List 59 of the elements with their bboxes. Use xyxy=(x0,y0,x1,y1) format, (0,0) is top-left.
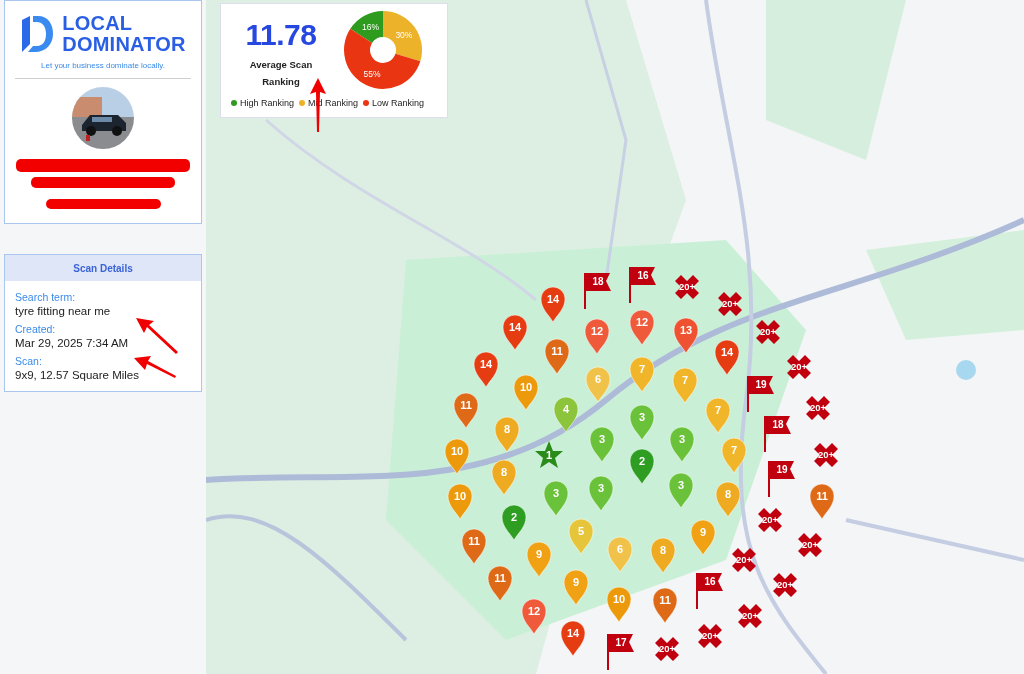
brand-name: LOCAL xyxy=(62,13,134,34)
rank-pin[interactable]: 3 xyxy=(668,425,696,463)
field-value: Mar 29, 2025 7:34 AM xyxy=(15,337,130,349)
arrow-annotation xyxy=(136,318,178,354)
rank-pin[interactable]: 8 xyxy=(649,536,677,574)
rank-pin[interactable]: 7 xyxy=(628,355,656,393)
rank-pin[interactable]: 3 xyxy=(588,425,616,463)
rank-pin[interactable]: 8 xyxy=(714,480,742,518)
rank-pin[interactable]: 11 xyxy=(460,527,488,565)
rank-pin[interactable]: 3 xyxy=(587,474,615,512)
rank-pin[interactable]: 11 xyxy=(543,337,571,375)
rank-pin[interactable]: 4 xyxy=(552,395,580,433)
rank-pin[interactable]: 2 xyxy=(628,447,656,485)
legend-label: Low Ranking xyxy=(372,98,425,108)
rank-pin[interactable]: 14 xyxy=(472,350,500,388)
field-label: Created: xyxy=(15,323,57,335)
slice-label: 30% xyxy=(395,29,413,40)
brand-name: DOMINATOR xyxy=(62,34,186,55)
rank-pin[interactable]: 7 xyxy=(720,436,748,474)
rank-pin[interactable]: 12 xyxy=(628,308,656,346)
rank-pin[interactable]: 7 xyxy=(704,396,732,434)
star-marker[interactable]: 1 xyxy=(534,440,564,469)
field-value: 9x9, 12.57 Square Miles xyxy=(15,369,141,381)
rank-pin[interactable]: 11 xyxy=(486,564,514,602)
rank-pin[interactable]: 12 xyxy=(583,317,611,355)
score-caption: Average Scan Ranking xyxy=(248,58,314,89)
rank-pin[interactable]: 2 xyxy=(500,503,528,541)
field-value: tyre fitting near me xyxy=(15,305,112,317)
rank-pin[interactable]: 10 xyxy=(443,437,471,475)
legend-label: High Ranking xyxy=(240,98,295,108)
rank-pin[interactable]: 8 xyxy=(490,458,518,496)
rank-pin[interactable]: 3 xyxy=(628,403,656,441)
field-label: Search term: xyxy=(15,291,77,303)
rank-pin[interactable]: 14 xyxy=(559,619,587,657)
rank-pin[interactable]: 11 xyxy=(808,482,836,520)
rank-pin[interactable]: 8 xyxy=(493,415,521,453)
slice-label: 55% xyxy=(363,68,381,79)
rank-pin[interactable]: 14 xyxy=(501,313,529,351)
rank-pin[interactable]: 14 xyxy=(713,338,741,376)
rank-pin[interactable]: 13 xyxy=(672,316,700,354)
average-score: 11.78 xyxy=(245,18,317,52)
rank-pin[interactable]: 9 xyxy=(689,518,717,556)
brand-tagline: Let your business dominate locally. xyxy=(41,61,165,70)
field-label: Scan: xyxy=(15,355,43,367)
slice-label: 16% xyxy=(362,22,380,33)
card-title: Scan Details xyxy=(5,255,201,281)
rank-pin[interactable]: 14 xyxy=(539,285,567,323)
rank-pin[interactable]: 11 xyxy=(452,391,480,429)
rank-pin[interactable]: 10 xyxy=(512,373,540,411)
rank-pin[interactable]: 9 xyxy=(562,568,590,606)
rank-pin[interactable]: 12 xyxy=(520,597,548,635)
rank-pin[interactable]: 10 xyxy=(446,482,474,520)
rank-pin[interactable]: 7 xyxy=(671,366,699,404)
rank-pin[interactable]: 10 xyxy=(605,585,633,623)
rank-pin[interactable]: 3 xyxy=(667,471,695,509)
logo-icon xyxy=(20,14,55,54)
rank-pin[interactable]: 3 xyxy=(542,479,570,517)
rank-pin[interactable]: 11 xyxy=(651,586,679,624)
rank-pin[interactable]: 9 xyxy=(525,540,553,578)
